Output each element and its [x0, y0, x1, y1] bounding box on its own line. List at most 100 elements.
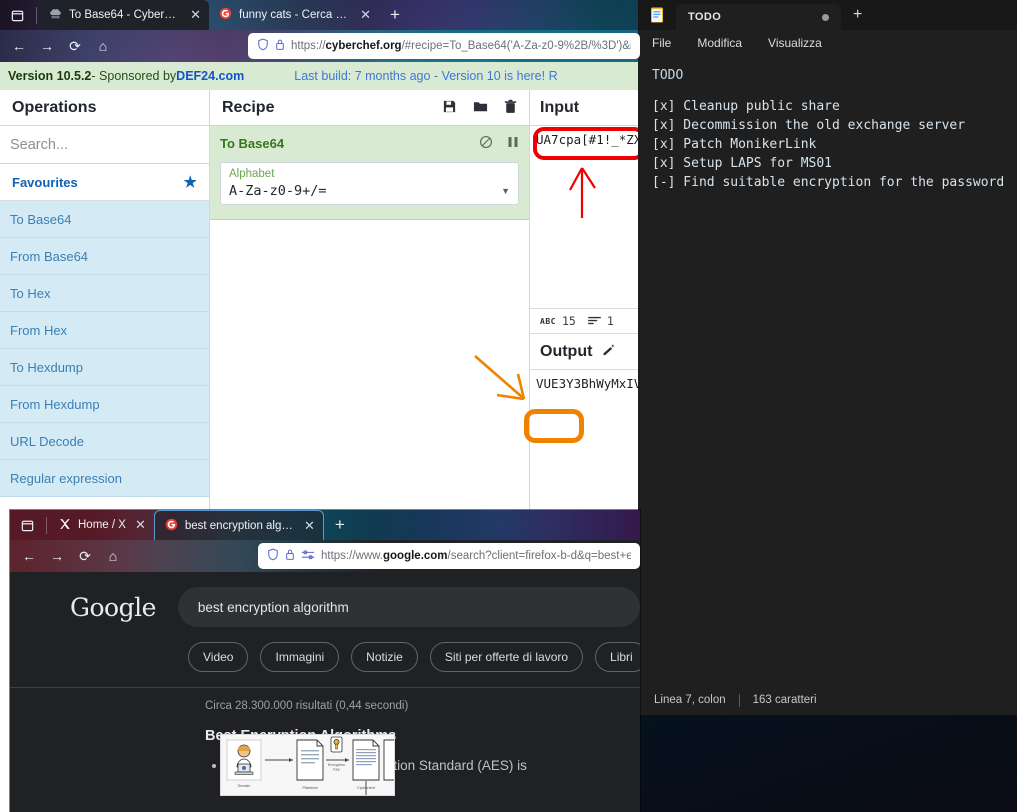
category-favourites[interactable]: Favourites ★	[0, 164, 209, 201]
trash-icon[interactable]	[504, 99, 517, 117]
todo-line: [x] Cleanup public share	[652, 99, 840, 114]
svg-text:Sender: Sender	[238, 783, 252, 788]
result-stats: Circa 28.300.000 risultati (0,44 secondi…	[205, 700, 409, 712]
todo-new-tab-button[interactable]: +	[841, 0, 874, 30]
tab-title: best encryption algorithm - Cer	[184, 519, 295, 532]
alphabet-label: Alphabet	[229, 168, 275, 180]
cyberchef-tabstrip: To Base64 - CyberChef ✕ funny cats - Cer…	[0, 0, 640, 30]
output-textarea: VUE3Y3BhWyMxIV	[536, 376, 640, 391]
tab-title: To Base64 - CyberChef	[69, 9, 182, 21]
address-bar[interactable]: https://www.google.com/search?client=fir…	[258, 543, 640, 569]
pause-icon[interactable]	[507, 135, 519, 152]
close-icon[interactable]: ✕	[304, 518, 315, 534]
filter-video[interactable]: Video	[188, 642, 249, 672]
todo-line: [x] Setup LAPS for MS01	[652, 156, 833, 171]
google-g-icon	[165, 518, 178, 534]
url-prefix: https://www.	[321, 550, 383, 562]
folder-icon[interactable]	[473, 99, 488, 117]
lock-icon	[285, 548, 295, 564]
address-bar[interactable]: https://cyberchef.org/#recipe=To_Base64(…	[248, 33, 640, 59]
input-header: Input	[530, 90, 640, 126]
menu-visualizza[interactable]: Visualizza	[768, 36, 822, 50]
build-info: Last build: 7 months ago - Version 10 is…	[294, 69, 558, 83]
url-domain: cyberchef.org	[325, 40, 402, 52]
google-g-icon	[219, 7, 232, 23]
tab-google-search[interactable]: best encryption algorithm - Cer ✕	[153, 510, 324, 540]
todo-status-bar: Linea 7, colon 163 caratteri	[638, 685, 1017, 715]
google-navbar: ← → ⟳ ⌂ https://www.google.com/search?cl…	[10, 540, 640, 572]
tab-title: funny cats - Cerca con Google	[239, 9, 351, 21]
tab-list-button[interactable]	[0, 0, 34, 30]
google-header: Google best encryption algorithm	[10, 572, 640, 642]
cookie-settings-icon[interactable]	[301, 549, 315, 564]
lock-icon	[275, 38, 285, 54]
output-title: Output	[540, 342, 593, 360]
url-text: https://cyberchef.org/#recipe=To_Base64(…	[291, 40, 631, 52]
operation-to-hexdump[interactable]: To Hexdump	[0, 349, 209, 386]
close-icon[interactable]: ✕	[190, 7, 201, 23]
menu-modifica[interactable]: Modifica	[697, 36, 742, 50]
input-textarea[interactable]: UA7cpa[#1!_*ZX	[530, 126, 640, 147]
sponsor-link[interactable]: DEF24.com	[176, 69, 244, 83]
todo-line: [x] Patch MonikerLink	[652, 137, 817, 152]
operations-search-input[interactable]: Search...	[0, 126, 209, 164]
back-button[interactable]: ←	[16, 543, 42, 569]
recipe-header: Recipe	[210, 90, 529, 126]
google-filter-chips: Video Immagini Notizie Siti per offerte …	[10, 642, 640, 672]
alphabet-argument[interactable]: Alphabet A-Za-z0-9+/= ▼	[220, 162, 519, 205]
home-button[interactable]: ⌂	[100, 543, 126, 569]
tab-title: Home / X	[78, 519, 126, 531]
url-text: https://www.google.com/search?client=fir…	[321, 550, 631, 562]
new-tab-button[interactable]: +	[379, 0, 411, 30]
google-logo[interactable]: Google	[70, 593, 156, 622]
todo-document[interactable]: TODO [x] Cleanup public share [x] Decomm…	[638, 56, 1017, 685]
input-lines-chip: 1	[588, 314, 614, 328]
close-icon[interactable]: ✕	[135, 517, 146, 533]
operation-regular-expression[interactable]: Regular expression	[0, 460, 209, 497]
menu-file[interactable]: File	[652, 36, 671, 50]
operation-to-hex[interactable]: To Hex	[0, 275, 209, 312]
disable-icon[interactable]	[479, 135, 493, 152]
sponsored-text: - Sponsored by	[91, 69, 177, 83]
chevron-down-icon[interactable]: ▼	[501, 186, 510, 199]
filter-siti-per-offerte-di-lavoro[interactable]: Siti per offerte di lavoro	[429, 642, 584, 672]
home-button[interactable]: ⌂	[90, 33, 116, 59]
google-search-input[interactable]: best encryption algorithm	[177, 587, 640, 627]
operation-from-hex[interactable]: From Hex	[0, 312, 209, 349]
back-button[interactable]: ←	[6, 33, 32, 59]
close-icon[interactable]: ✕	[360, 7, 371, 23]
operation-from-hexdump[interactable]: From Hexdump	[0, 386, 209, 423]
new-tab-button[interactable]: +	[324, 510, 356, 540]
recipe-operation-name: To Base64	[220, 136, 285, 151]
todo-document-title: TODO	[652, 68, 684, 83]
svg-text:Encryption: Encryption	[328, 763, 345, 767]
output-header: Output	[530, 334, 640, 370]
tab-cyberchef[interactable]: To Base64 - CyberChef ✕	[39, 0, 209, 30]
forward-button[interactable]: →	[34, 33, 60, 59]
todo-tab[interactable]: TODO	[676, 4, 841, 30]
forward-button[interactable]: →	[44, 543, 70, 569]
svg-text:Key: Key	[333, 768, 339, 772]
recipe-title: Recipe	[222, 98, 275, 116]
version-label: Version 10.5.2	[8, 69, 92, 83]
magic-wand-icon[interactable]	[602, 343, 617, 361]
filter-libri[interactable]: Libri	[595, 642, 640, 672]
tab-home-x[interactable]: Home / X ✕	[49, 510, 154, 540]
reload-button[interactable]: ⟳	[62, 33, 88, 59]
operation-to-base64[interactable]: To Base64	[0, 201, 209, 238]
encryption-diagram-thumbnail[interactable]: Sender Plaintext Encryption Key	[220, 734, 395, 796]
tab-list-button[interactable]	[10, 510, 44, 540]
url-domain: google.com	[383, 550, 448, 562]
filter-notizie[interactable]: Notizie	[351, 642, 418, 672]
url-path: /search?client=firefox-b-d&q=best+e	[447, 550, 631, 562]
input-lines-value: 1	[606, 314, 614, 328]
google-results: Circa 28.300.000 risultati (0,44 secondi…	[10, 688, 640, 796]
reload-button[interactable]: ⟳	[72, 543, 98, 569]
operation-url-decode[interactable]: URL Decode	[0, 423, 209, 460]
tab-funny-cats[interactable]: funny cats - Cerca con Google ✕	[209, 0, 379, 30]
input-title: Input	[540, 98, 580, 116]
operation-from-base64[interactable]: From Base64	[0, 238, 209, 275]
recipe-operation-to-base64[interactable]: To Base64 Alphabet A-Za-z0-9+/= ▼	[210, 126, 529, 220]
save-icon[interactable]	[442, 99, 457, 117]
filter-immagini[interactable]: Immagini	[260, 642, 340, 672]
